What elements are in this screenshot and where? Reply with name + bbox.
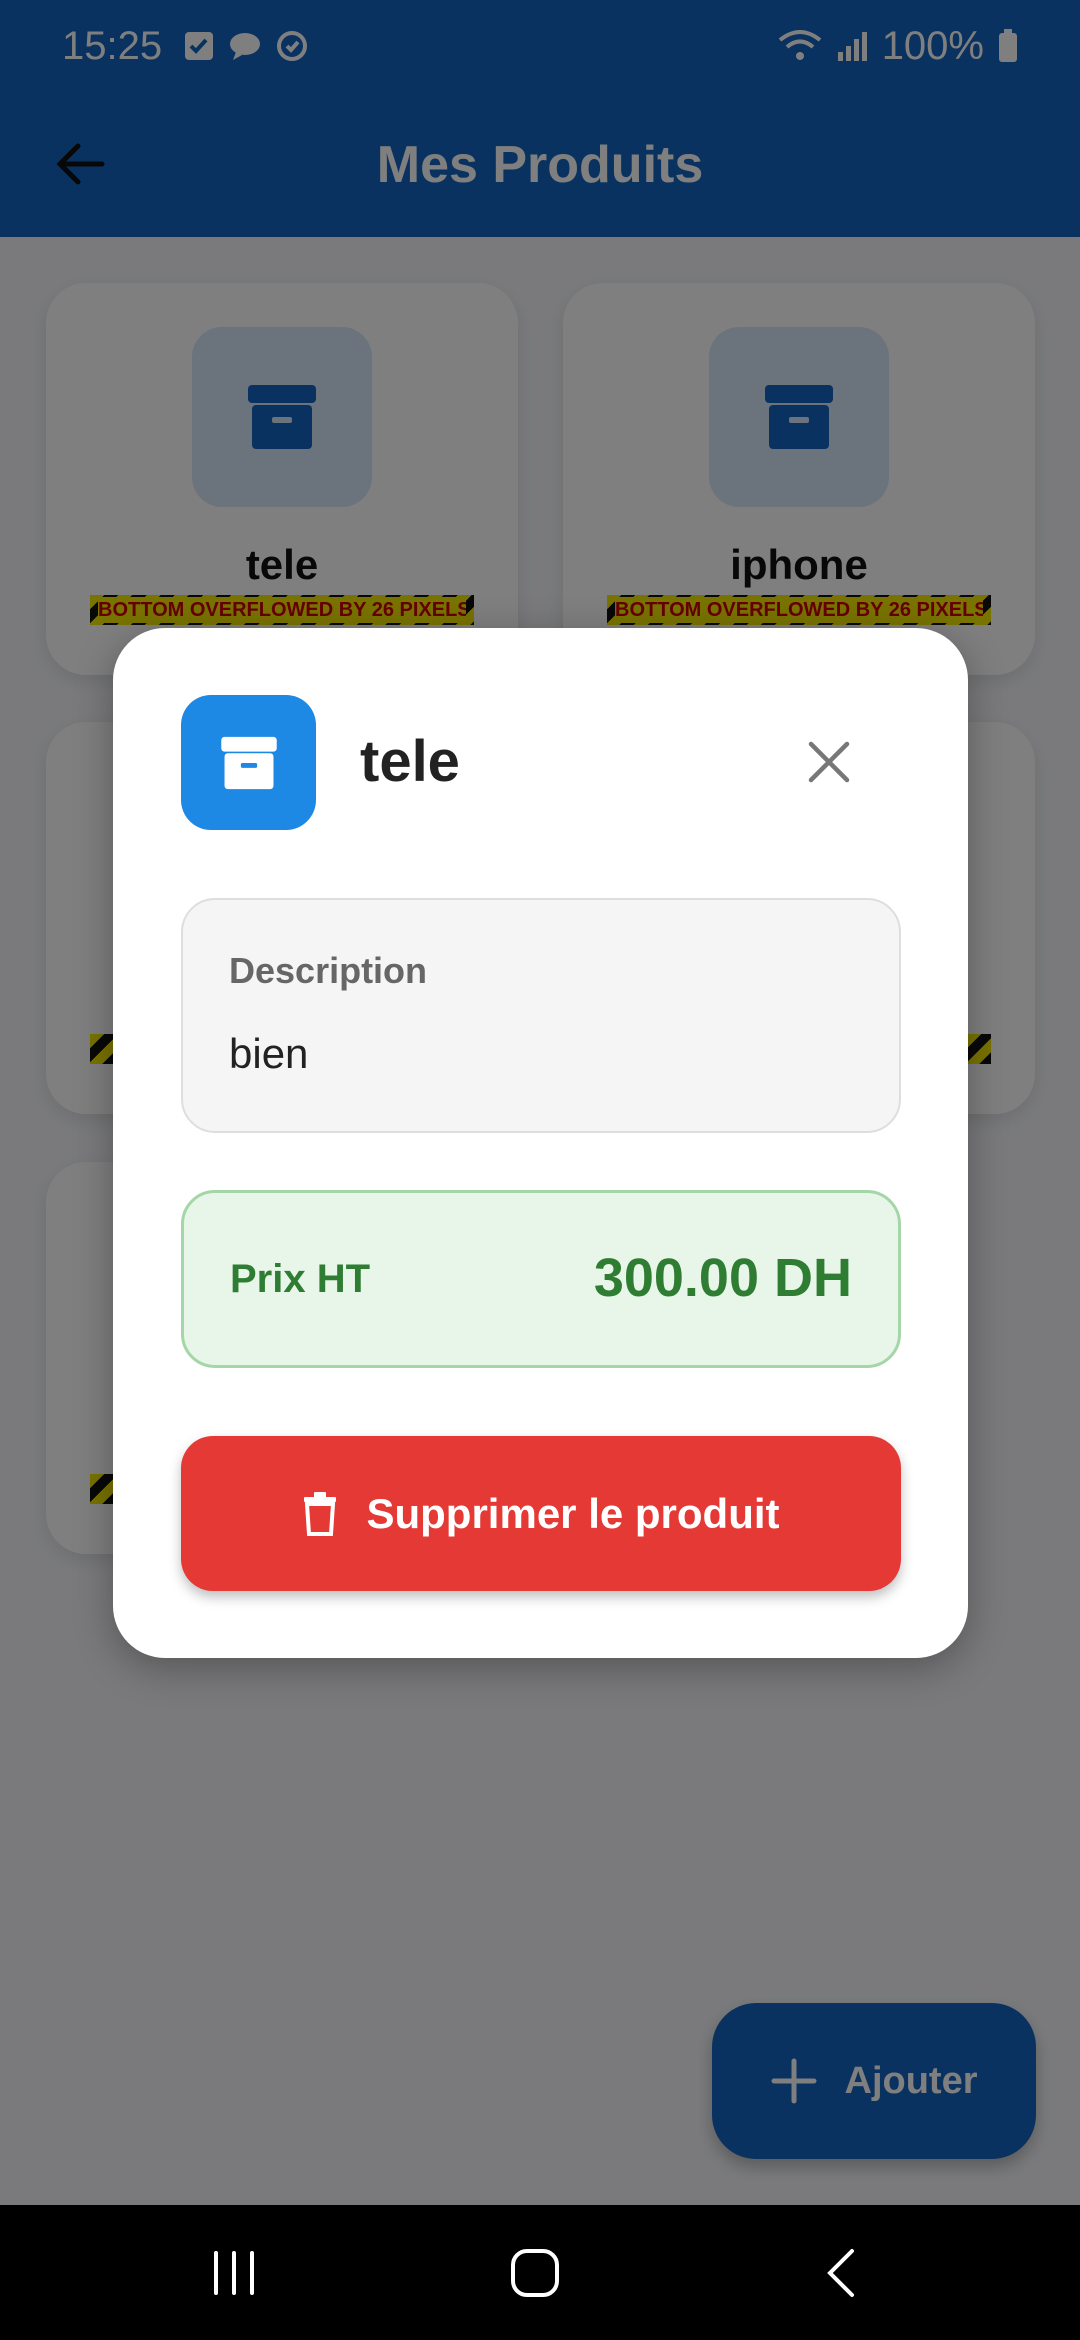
close-icon[interactable] — [803, 736, 855, 788]
price-label: Prix HT — [230, 1257, 371, 1301]
price-box: Prix HT 300.00 DH — [181, 1190, 901, 1368]
trash-icon — [304, 1491, 337, 1536]
delete-product-button[interactable]: Supprimer le produit — [181, 1436, 901, 1591]
price-value: 300.00 DH — [593, 1248, 852, 1308]
dialog-title: tele — [360, 729, 460, 794]
recent-apps-icon[interactable] — [204, 2245, 264, 2301]
system-nav-bar — [0, 2205, 1080, 2340]
archive-box-icon — [220, 736, 277, 789]
dialog-product-icon — [181, 695, 316, 830]
description-label: Description — [229, 950, 428, 991]
delete-button-label: Supprimer le produit — [366, 1489, 780, 1537]
description-box: Description bien — [181, 898, 901, 1133]
description-value: bien — [229, 1030, 309, 1077]
home-icon[interactable] — [505, 2245, 565, 2301]
product-detail-dialog: tele Description bien Prix HT 300.00 DH … — [113, 628, 968, 1658]
back-nav-icon[interactable] — [812, 2245, 872, 2301]
